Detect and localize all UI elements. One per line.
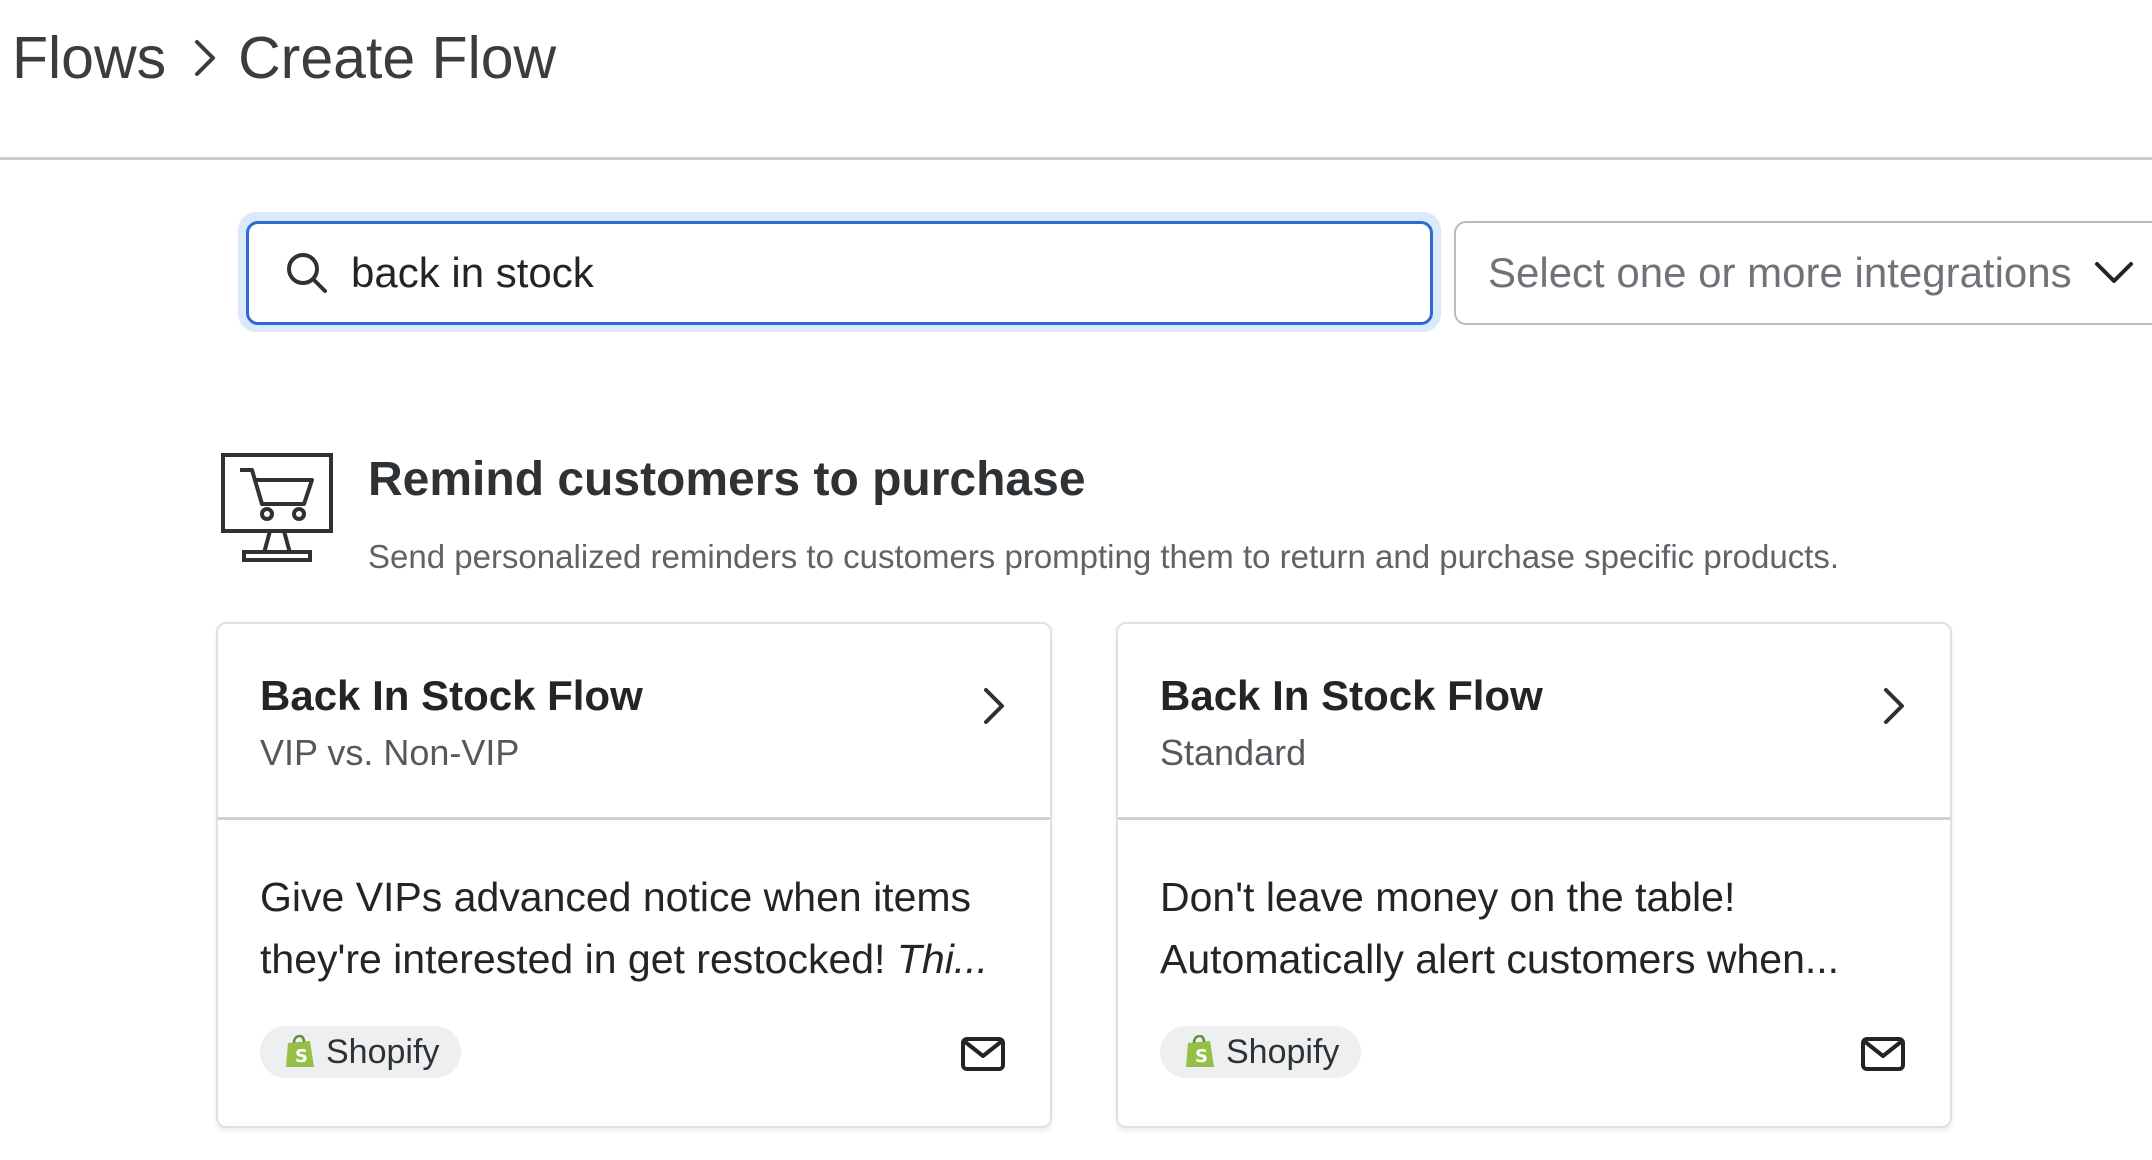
card-description: Don't leave money on the table! Automati… — [1160, 866, 1920, 990]
category-description: Send personalized reminders to customers… — [368, 538, 1840, 575]
chevron-right-icon[interactable] — [982, 686, 1006, 726]
card-description: Give VIPs advanced notice when items the… — [260, 866, 1020, 990]
chevron-right-icon — [194, 39, 216, 77]
search-field[interactable] — [246, 221, 1433, 325]
mail-icon — [1860, 1036, 1906, 1072]
breadcrumb-flows-link[interactable]: Flows — [12, 24, 166, 92]
chevron-right-icon[interactable] — [1882, 686, 1906, 726]
shopping-cart-monitor-icon — [220, 452, 336, 569]
card-description-text: Give VIPs advanced notice when items the… — [260, 874, 972, 982]
card-subtitle: Standard — [1160, 732, 1307, 773]
mail-icon — [960, 1036, 1006, 1072]
card-header: Back In Stock Flow Standard — [1118, 624, 1950, 820]
card-header: Back In Stock Flow VIP vs. Non-VIP — [218, 624, 1050, 820]
integration-tag-label: Shopify — [1226, 1032, 1340, 1071]
breadcrumb: Flows Create Flow — [12, 18, 556, 98]
integrations-placeholder: Select one or more integrations — [1488, 249, 2072, 296]
card-title: Back In Stock Flow — [260, 672, 643, 719]
shopify-icon: S — [284, 1035, 316, 1069]
card-description-italic: Thi... — [896, 936, 988, 982]
integration-tag: S Shopify — [260, 1026, 462, 1078]
svg-text:S: S — [1195, 1046, 1208, 1067]
integrations-select[interactable]: Select one or more integrations — [1454, 221, 2152, 325]
svg-text:S: S — [295, 1046, 308, 1067]
integration-tag: S Shopify — [1160, 1026, 1362, 1078]
card-subtitle: VIP vs. Non-VIP — [260, 732, 520, 773]
chevron-down-icon — [2094, 261, 2134, 285]
shopify-icon: S — [1184, 1035, 1216, 1069]
integration-tag-label: Shopify — [326, 1032, 440, 1071]
breadcrumb-current: Create Flow — [238, 25, 557, 91]
flow-card[interactable]: Back In Stock Flow VIP vs. Non-VIP Give … — [216, 622, 1052, 1128]
page-header: Flows Create Flow — [0, 0, 2152, 160]
category-title: Remind customers to purchase — [368, 453, 1086, 506]
search-input[interactable] — [351, 249, 1351, 297]
card-title: Back In Stock Flow — [1160, 672, 1543, 719]
card-description-text: Don't leave money on the table! Automati… — [1160, 874, 1840, 982]
flow-card[interactable]: Back In Stock Flow Standard Don't leave … — [1116, 622, 1952, 1128]
search-icon — [285, 251, 329, 295]
